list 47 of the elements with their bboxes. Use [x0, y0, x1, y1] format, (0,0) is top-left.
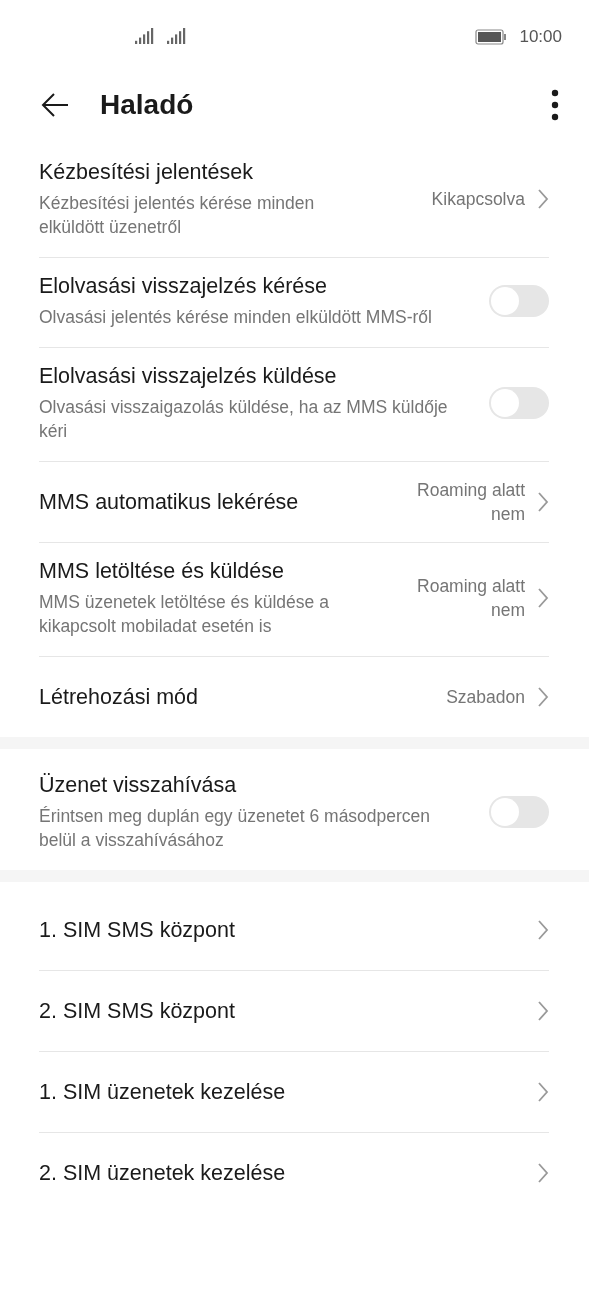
settings-row[interactable]: Elolvasási visszajelzés küldése Olvasási visszaigazolás küldése, ha az MMS küldője kéri	[39, 347, 549, 461]
setting-title: 2. SIM SMS központ	[39, 998, 236, 1025]
settings-row[interactable]: Kézbesítési jelentések Kézbesítési jelentés kérése minden elküldött üzenetről Kikapcsolva	[39, 144, 549, 257]
battery-icon	[475, 29, 508, 45]
setting-title: 1. SIM SMS központ	[39, 917, 236, 944]
toggle-switch[interactable]	[489, 284, 549, 317]
setting-description: Kézbesítési jelentés kérése minden elküldött üzenetről	[39, 192, 316, 239]
setting-title: 1. SIM üzenetek kezelése	[39, 1079, 287, 1106]
setting-value: Szabadon	[446, 686, 525, 709]
setting-title: MMS letöltése és küldése	[39, 558, 285, 585]
toggle-switch[interactable]	[489, 386, 549, 419]
setting-title: Elolvasási visszajelzés kérése	[39, 273, 328, 300]
settings-row[interactable]: Üzenet visszahívása Érintsen meg duplán egy üzenetet 6 másodpercen belül a visszahívásához	[39, 757, 549, 870]
settings-row[interactable]: Elolvasási visszajelzés kérése Olvasási jelentés kérése minden elküldött MMS-ről	[39, 257, 549, 347]
chevron-icon	[537, 491, 549, 513]
setting-title: Kézbesítési jelentések	[39, 159, 254, 186]
settings-row[interactable]: MMS automatikus lekérése Roaming alatt nem	[39, 461, 549, 542]
signal-icon	[167, 28, 187, 46]
settings-row[interactable]: 1. SIM üzenetek kezelése	[39, 1051, 549, 1132]
chevron-icon	[537, 187, 549, 210]
chevron-icon	[537, 586, 549, 609]
setting-title: Elolvasási visszajelzés küldése	[39, 363, 338, 390]
setting-title: Üzenet visszahívása	[39, 772, 238, 799]
clock-time: 10:00	[519, 27, 562, 47]
setting-title: Létrehozási mód	[39, 684, 199, 711]
setting-description: MMS üzenetek letöltése és küldése a kikapcsolt mobiladat esetén is	[39, 591, 330, 638]
chevron-icon	[537, 686, 549, 708]
setting-description: Olvasási jelentés kérése minden elküldött MMS-ről	[39, 306, 433, 329]
settings-row[interactable]: MMS letöltése és küldése MMS üzenetek letöltése és küldése a kikapcsolt mobiladat esetén is Roaming alatt nem	[39, 542, 549, 656]
setting-description: Olvasási visszaigazolás küldése, ha az MMS küldője kéri	[39, 396, 449, 443]
settings-row[interactable]: 1. SIM SMS központ	[39, 890, 549, 970]
setting-value: Kikapcsolva	[431, 187, 525, 211]
chevron-icon	[537, 919, 549, 941]
setting-description: Érintsen meg duplán egy üzenetet 6 másodpercen belül a visszahívásához	[39, 805, 432, 852]
setting-value: Roaming alatt nem	[416, 479, 525, 526]
settings-row[interactable]: 2. SIM SMS központ	[39, 970, 549, 1051]
settings-row[interactable]: 2. SIM üzenetek kezelése	[39, 1132, 549, 1213]
page-title: Haladó	[100, 89, 195, 121]
setting-value: Roaming alatt nem	[416, 574, 525, 622]
setting-title: MMS automatikus lekérése	[39, 489, 300, 516]
chevron-icon	[537, 1000, 549, 1022]
chevron-icon	[537, 1081, 549, 1103]
more-menu-button[interactable]	[551, 89, 559, 121]
chevron-icon	[537, 1162, 549, 1184]
setting-title: 2. SIM üzenetek kezelése	[39, 1160, 287, 1187]
signal-icon	[135, 28, 155, 46]
toggle-switch[interactable]	[489, 795, 549, 828]
